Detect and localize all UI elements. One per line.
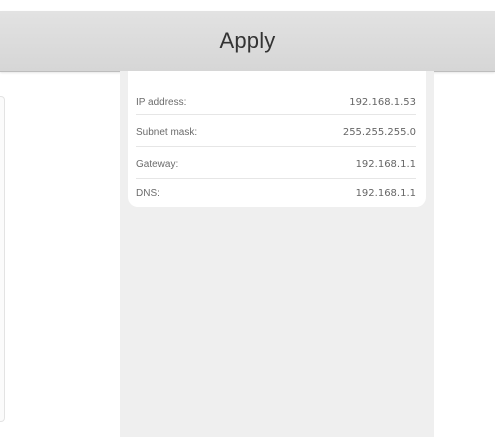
left-panel-edge bbox=[0, 96, 5, 422]
gateway-value: 192.168.1.1 bbox=[355, 158, 416, 170]
gateway-row: Gateway: 192.168.1.1 bbox=[136, 154, 416, 174]
row-divider bbox=[136, 114, 416, 115]
subnet-mask-value: 255.255.255.0 bbox=[342, 126, 416, 138]
dns-label: DNS: bbox=[136, 187, 160, 199]
gateway-label: Gateway: bbox=[136, 158, 179, 170]
ip-address-value: 192.168.1.53 bbox=[349, 96, 416, 108]
subnet-mask-row: Subnet mask: 255.255.255.0 bbox=[136, 122, 416, 142]
network-panel: IP address: 192.168.1.53 Subnet mask: 25… bbox=[120, 71, 434, 437]
row-divider bbox=[136, 178, 416, 179]
row-divider bbox=[136, 146, 416, 147]
network-info-card: IP address: 192.168.1.53 Subnet mask: 25… bbox=[128, 71, 426, 207]
ip-address-row: IP address: 192.168.1.53 bbox=[136, 92, 416, 112]
apply-button[interactable]: Apply bbox=[0, 11, 495, 72]
subnet-mask-label: Subnet mask: bbox=[136, 126, 198, 138]
dns-value: 192.168.1.1 bbox=[355, 187, 416, 199]
ip-address-label: IP address: bbox=[136, 96, 187, 108]
dns-row: DNS: 192.168.1.1 bbox=[136, 183, 416, 203]
apply-button-label: Apply bbox=[219, 28, 276, 53]
